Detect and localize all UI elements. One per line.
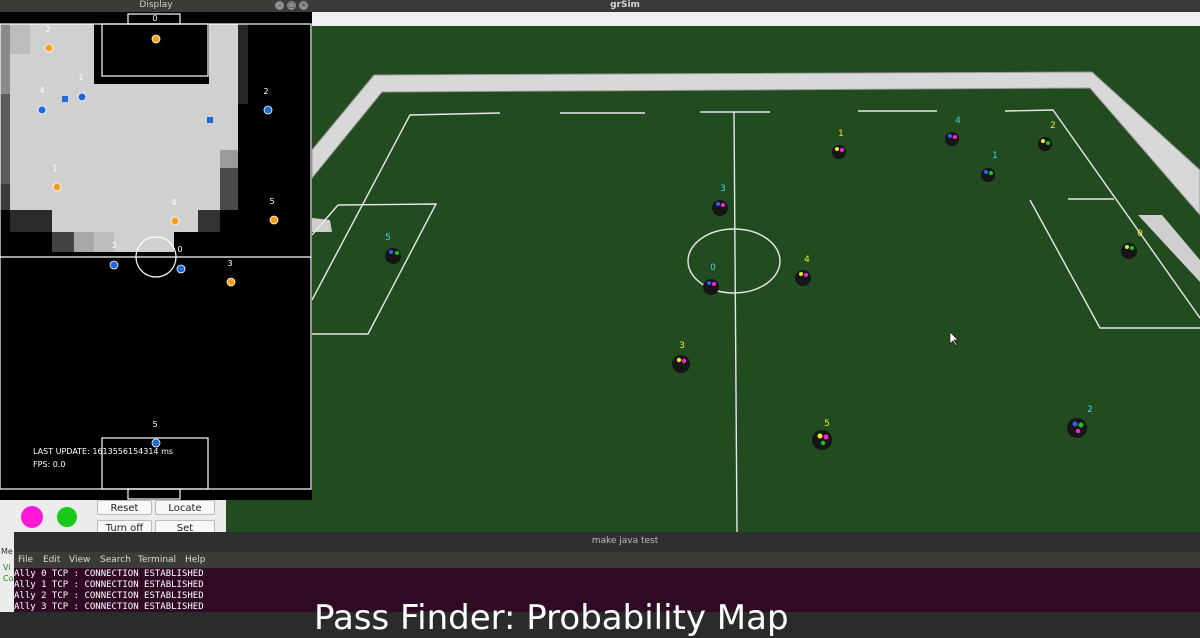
close-button[interactable]: × (299, 1, 308, 10)
last-update-text: LAST UPDATE: 1613556154314 ms (33, 447, 173, 456)
robot-label: 1 (52, 164, 57, 173)
terminal-line: Ally 1 TCP : CONNECTION ESTABLISHED (14, 580, 204, 590)
team-color-swatch-magenta (21, 506, 43, 528)
svg-text:1: 1 (838, 129, 844, 139)
robot-label: 2 (45, 25, 50, 34)
menu-terminal[interactable]: Terminal (138, 555, 176, 565)
menu-help[interactable]: Help (185, 555, 206, 565)
svg-text:5: 5 (824, 419, 830, 429)
robot-label: 4 (171, 198, 176, 207)
menu-search[interactable]: Search (100, 555, 131, 565)
robot-label: 3 (111, 241, 116, 250)
robot-label: 2 (263, 87, 268, 96)
svg-text:2: 2 (1087, 405, 1093, 415)
svg-text:4: 4 (804, 255, 810, 265)
menu-edit[interactable]: Edit (43, 555, 60, 565)
svg-text:0: 0 (1137, 229, 1143, 239)
reset-button[interactable]: Reset (97, 500, 152, 515)
side-panel-strip: Me Vi Co (0, 545, 14, 612)
robot-label: 4 (39, 86, 44, 95)
locate-button[interactable]: Locate (155, 500, 215, 515)
side-label-co: Co (3, 574, 14, 583)
side-label-me: Me (1, 547, 13, 556)
robot-label: 5 (269, 197, 274, 206)
svg-text:3: 3 (720, 184, 726, 194)
menu-file[interactable]: File (18, 555, 33, 565)
display-window-title: Display (139, 0, 173, 10)
probability-map-canvas[interactable]: 0 2 1 4 2 1 5 4 3 0 3 5 LAST UPDATE: 161… (0, 12, 312, 500)
menu-view[interactable]: View (69, 555, 90, 565)
simulation-field-view[interactable]: 1 4 2 1 3 5 0 4 0 3 5 2 (226, 26, 1200, 532)
robot-label: 3 (227, 259, 232, 268)
svg-text:2: 2 (1050, 121, 1056, 131)
robot-label: 1 (78, 73, 83, 82)
svg-text:0: 0 (710, 263, 716, 273)
svg-text:3: 3 (679, 341, 685, 351)
svg-text:5: 5 (385, 233, 391, 243)
svg-text:4: 4 (955, 116, 961, 126)
side-label-vi: Vi (3, 563, 11, 572)
maximize-button[interactable]: □ (287, 1, 296, 10)
team-color-swatch-green (57, 507, 77, 527)
robot-label: 0 (177, 245, 182, 254)
grsim-menubar (312, 12, 1200, 27)
terminal-line: Ally 0 TCP : CONNECTION ESTABLISHED (14, 569, 204, 579)
robot-label: 5 (152, 420, 157, 429)
terminal-title: make java test (591, 536, 659, 546)
fps-text: FPS: 0.0 (33, 460, 65, 469)
robot-label: 0 (152, 14, 157, 23)
minimize-button[interactable]: – (275, 1, 284, 10)
video-caption-overlay: Pass Finder: Probability Map (314, 598, 789, 638)
svg-text:1: 1 (992, 151, 998, 161)
